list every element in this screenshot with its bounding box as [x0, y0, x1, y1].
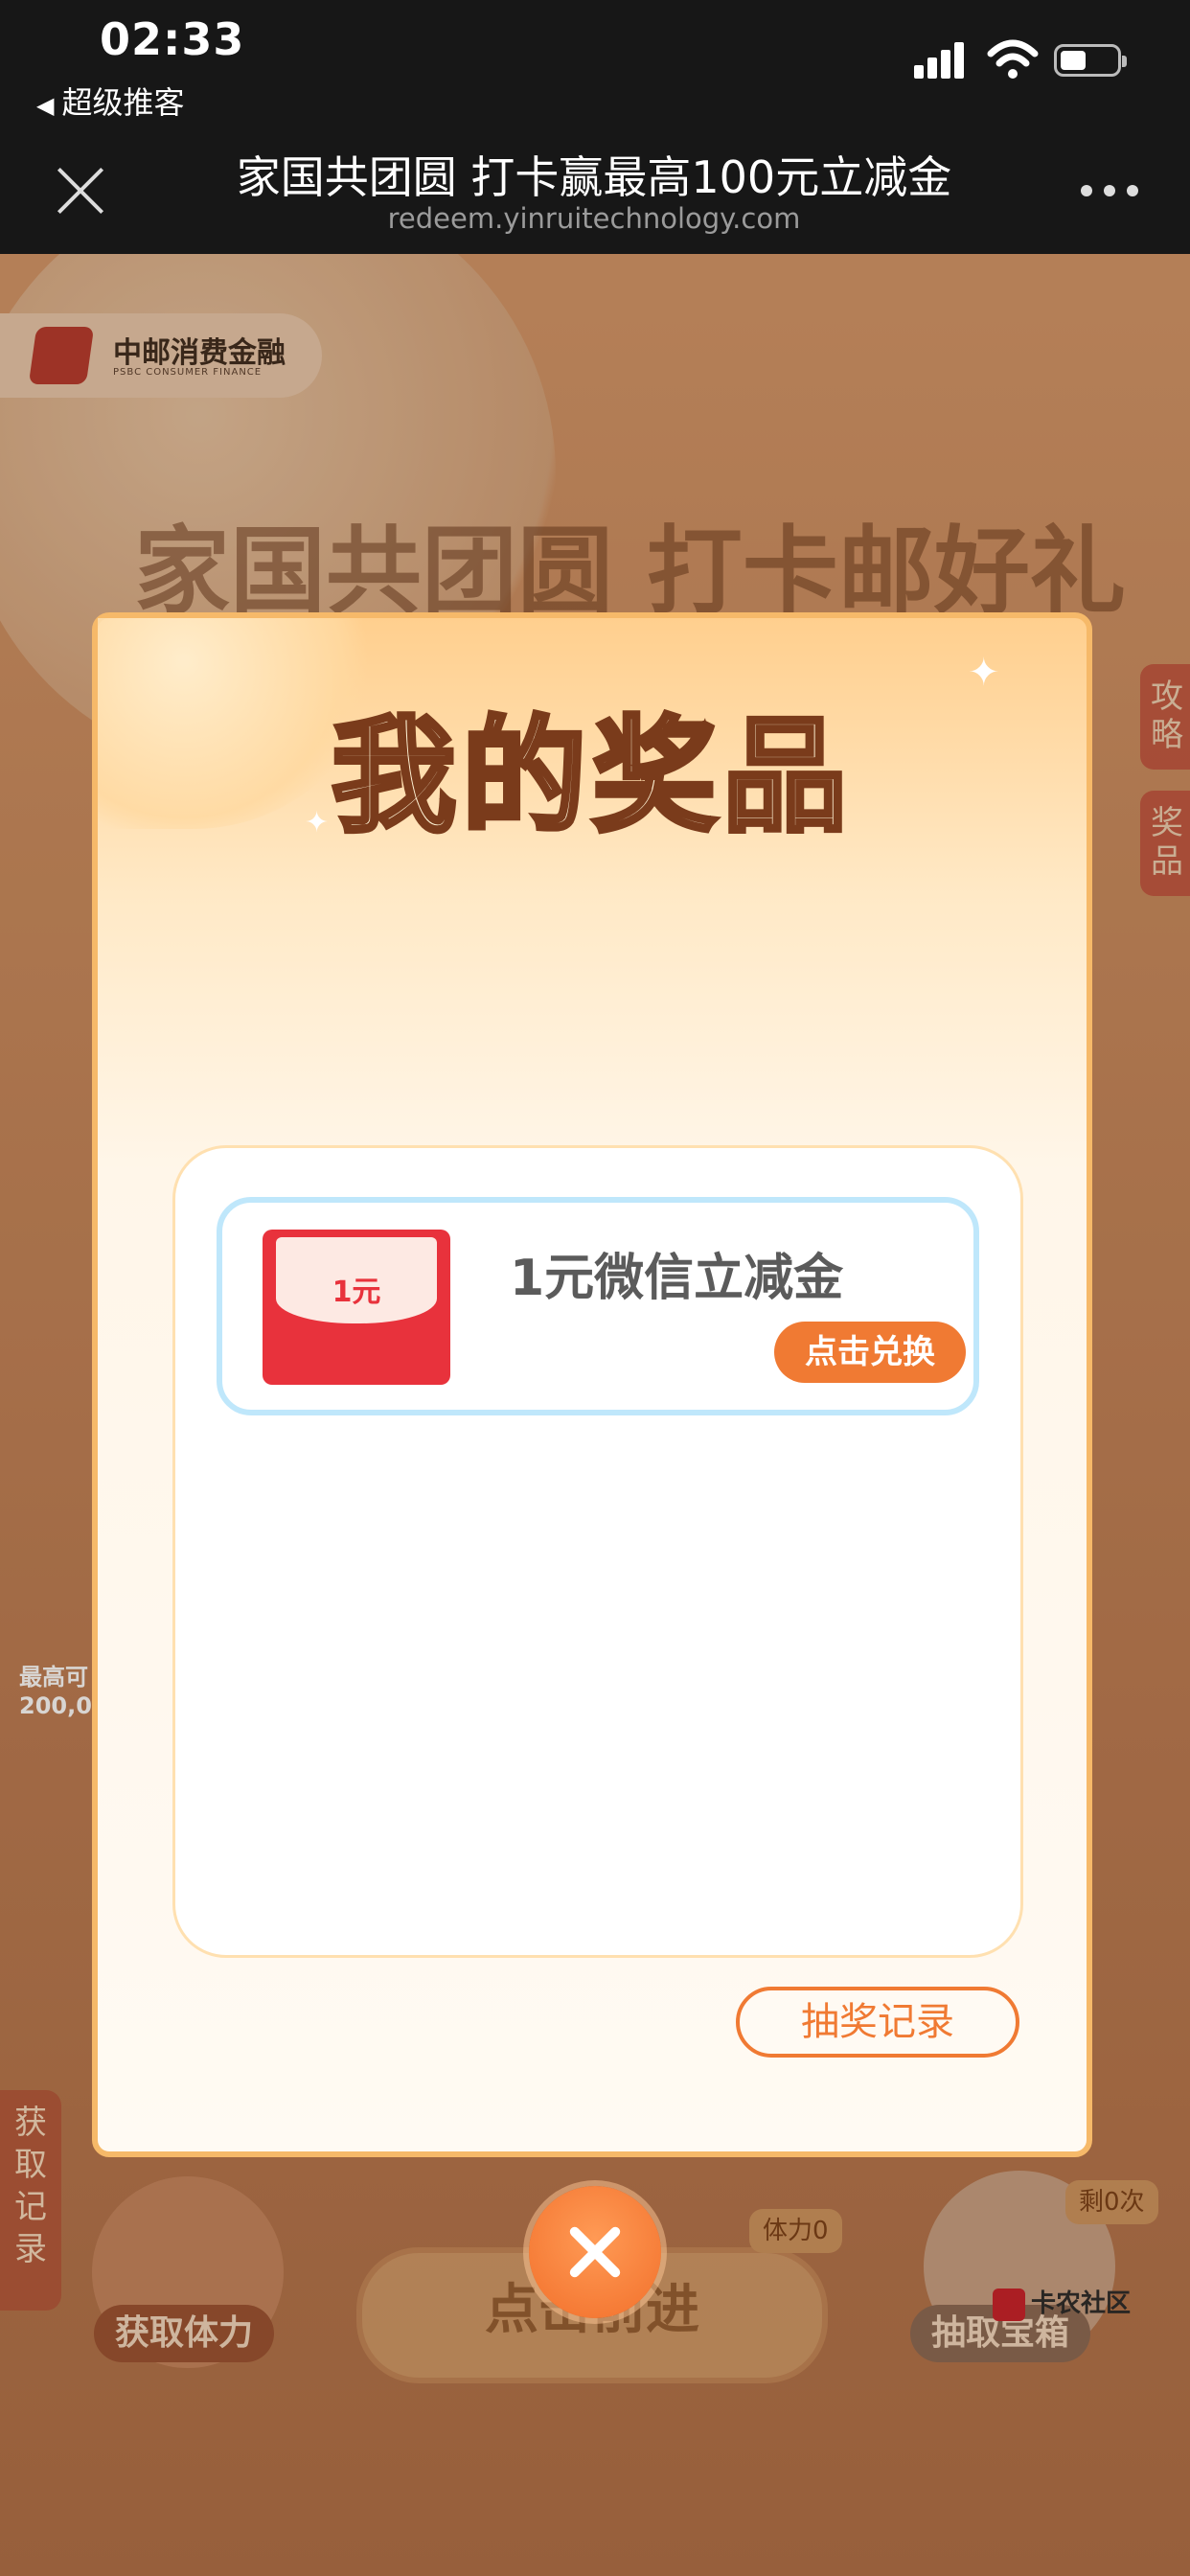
- back-app-label: 超级推客: [61, 84, 185, 121]
- status-bar: 02:33 ◀ 超级推客: [0, 0, 1190, 129]
- activity-page: 中邮消费金融 PSBC CONSUMER FINANCE 家国共团圆 打卡邮好礼…: [0, 254, 1190, 2576]
- browser-title-bar: 家国共团圆 打卡赢最高100元立减金 redeem.yinruitechnolo…: [0, 129, 1190, 254]
- back-to-app-link[interactable]: ◀ 超级推客: [36, 79, 184, 123]
- prize-list-panel: 1元 1元微信立减金 点击兑换: [172, 1145, 1023, 1958]
- modal-title: 我的奖品: [329, 702, 853, 852]
- page-title: 家国共团圆 打卡赢最高100元立减金: [236, 151, 952, 203]
- prize-card: 1元 1元微信立减金 点击兑换: [217, 1197, 979, 1415]
- page-url: redeem.yinruitechnology.com: [387, 202, 801, 235]
- envelope-amount: 1元: [332, 1276, 381, 1309]
- wifi-icon: [987, 39, 1039, 79]
- prize-name: 1元微信立减金: [510, 1250, 844, 1307]
- redeem-button[interactable]: 点击兑换: [774, 1322, 966, 1383]
- status-time: 02:33: [100, 13, 245, 65]
- my-prizes-modal: ✦ ✦ 我的奖品 1元 1元微信立减金 点击兑换 抽奖记录: [92, 612, 1092, 2157]
- signal-icon: [914, 42, 968, 79]
- more-icon[interactable]: [1081, 185, 1138, 198]
- red-envelope-icon: 1元: [263, 1230, 450, 1385]
- lottery-history-button[interactable]: 抽奖记录: [736, 1987, 1019, 2058]
- modal-close-icon[interactable]: [529, 2186, 661, 2318]
- back-triangle-icon: ◀: [36, 92, 55, 119]
- close-icon[interactable]: [54, 164, 107, 218]
- battery-icon: [1054, 44, 1127, 77]
